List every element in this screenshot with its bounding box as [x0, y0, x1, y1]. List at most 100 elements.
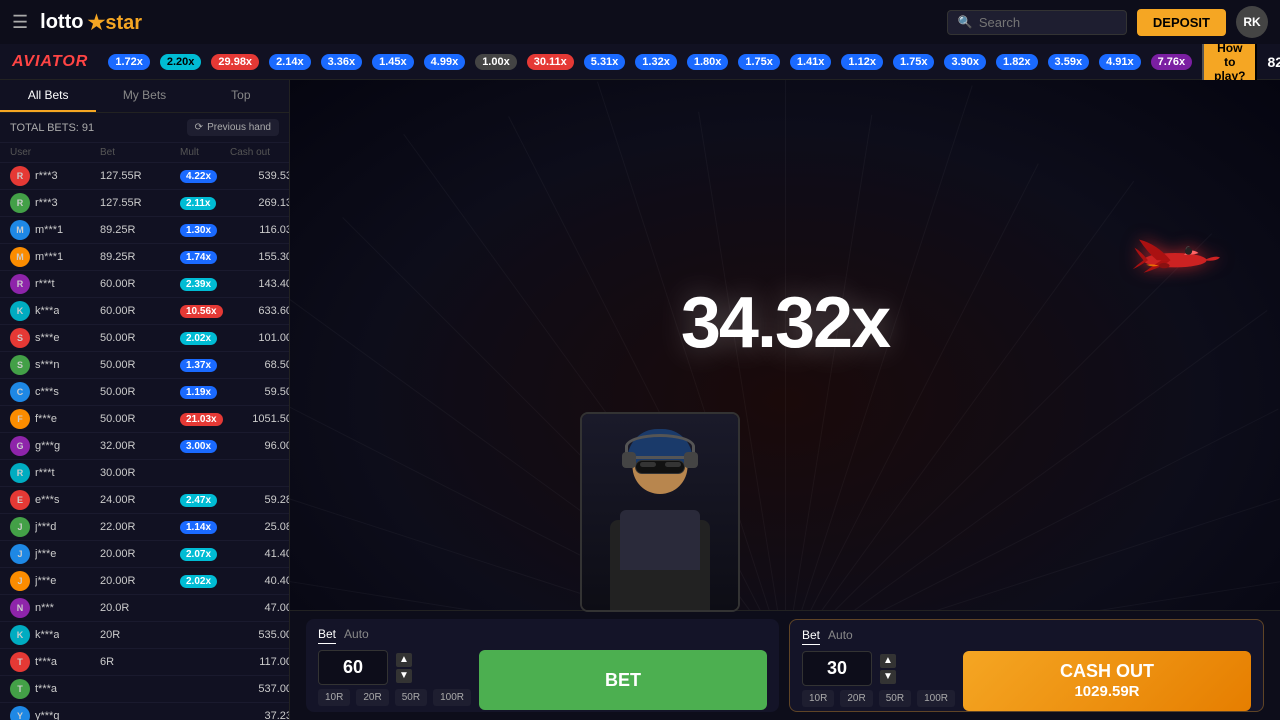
panel2-increment[interactable]: ▲ [880, 654, 896, 668]
user-cell: T t***a [10, 679, 100, 699]
panel1-bet-amount[interactable]: 60 [318, 650, 388, 685]
panel1-stepper: ▲ ▼ [396, 653, 412, 683]
panel1-bet-row: 60 ▲ ▼ 10R 20R 50R 100R [318, 650, 767, 710]
deposit-button[interactable]: DEPOSIT [1137, 9, 1226, 36]
panel2-tab-auto[interactable]: Auto [828, 628, 853, 645]
mult-value: 2.02x [180, 332, 217, 345]
mult-badge-3[interactable]: 2.14x [269, 54, 311, 70]
table-row: J j***e 20.00R 2.07x 41.40R [0, 541, 289, 568]
panel2-quick-50[interactable]: 50R [879, 690, 911, 707]
mult-badge-19[interactable]: 4.91x [1099, 54, 1141, 70]
hamburger-icon[interactable]: ☰ [12, 12, 28, 33]
mult-badge-5[interactable]: 1.45x [372, 54, 414, 70]
mult-badge-14[interactable]: 1.12x [841, 54, 883, 70]
mult-badge-7[interactable]: 1.00x [475, 54, 517, 70]
cashout-cell: 96.00R [230, 440, 289, 452]
mult-badge-0[interactable]: 1.72x [108, 54, 150, 70]
panel2-quick-10[interactable]: 10R [802, 690, 834, 707]
username: s***n [35, 359, 59, 371]
mult-badge-17[interactable]: 1.82x [996, 54, 1038, 70]
user-avatar-small: G [10, 436, 30, 456]
bets-header: TOTAL BETS: 91 ⟳ Previous hand [0, 113, 289, 143]
bet-amount-cell: 50.00R [100, 413, 180, 425]
bet-amount-cell: 24.00R [100, 494, 180, 506]
panel1-tab-auto[interactable]: Auto [344, 627, 369, 644]
panel2-bet-row: 30 ▲ ▼ 10R 20R 50R 100R [802, 651, 1251, 711]
mult-badge-6[interactable]: 4.99x [424, 54, 466, 70]
user-cell: R r***3 [10, 166, 100, 186]
table-row: R r***t 30.00R [0, 460, 289, 487]
table-row: F f***e 50.00R 21.03x 1051.50R [0, 406, 289, 433]
panel1-decrement[interactable]: ▼ [396, 669, 412, 683]
tab-my-bets[interactable]: My Bets [96, 80, 192, 112]
user-avatar-small: K [10, 301, 30, 321]
mult-badge-12[interactable]: 1.75x [738, 54, 780, 70]
cashout-button[interactable]: CASH OUT 1029.59R [963, 651, 1251, 711]
mult-badge-20[interactable]: 7.76x [1151, 54, 1193, 70]
username: n*** [35, 602, 54, 614]
panel1-quick-50[interactable]: 50R [395, 689, 427, 706]
mult-cell: 1.30x [180, 224, 230, 236]
mult-badge-18[interactable]: 3.59x [1048, 54, 1090, 70]
tab-top[interactable]: Top [193, 80, 289, 112]
panel2-quick-100[interactable]: 100R [917, 690, 955, 707]
airplane [1130, 235, 1220, 285]
mult-badge-9[interactable]: 5.31x [584, 54, 626, 70]
panel1-quick-10[interactable]: 10R [318, 689, 350, 706]
cashout-cell: 155.30R [230, 251, 289, 263]
user-avatar-small: T [10, 679, 30, 699]
logo: lotto ★star [40, 10, 142, 35]
user-avatar-small: J [10, 571, 30, 591]
mult-badge-8[interactable]: 30.11x [527, 54, 574, 70]
left-panel: All Bets My Bets Top TOTAL BETS: 91 ⟳ Pr… [0, 80, 290, 720]
mult-badge-13[interactable]: 1.41x [790, 54, 832, 70]
mult-badge-4[interactable]: 3.36x [321, 54, 363, 70]
panel1-quick-20[interactable]: 20R [356, 689, 388, 706]
panel2-quick-20[interactable]: 20R [840, 690, 872, 707]
mult-badge-11[interactable]: 1.80x [687, 54, 729, 70]
panel1-tab-bet[interactable]: Bet [318, 627, 336, 644]
mult-badge-2[interactable]: 29.98x [211, 54, 259, 70]
mult-value: 10.56x [180, 305, 223, 318]
user-avatar-small: R [10, 463, 30, 483]
prev-hand-button[interactable]: ⟳ Previous hand [187, 119, 279, 136]
mult-badge-10[interactable]: 1.32x [635, 54, 677, 70]
mult-cell: 3.00x [180, 440, 230, 452]
search-input[interactable] [979, 15, 1116, 30]
user-cell: N n*** [10, 598, 100, 618]
bet-button[interactable]: BET [479, 650, 767, 710]
mult-value: 21.03x [180, 413, 223, 426]
user-avatar[interactable]: RK [1236, 6, 1268, 38]
cashout-cell: 59.50R [230, 386, 289, 398]
username: r***3 [35, 197, 58, 209]
tab-all-bets[interactable]: All Bets [0, 80, 96, 112]
mult-badge-16[interactable]: 3.90x [944, 54, 986, 70]
username: m***1 [35, 251, 63, 263]
table-row: T t***a 6R 117.00R [0, 649, 289, 676]
mult-value: 1.14x [180, 521, 217, 534]
panel1-increment[interactable]: ▲ [396, 653, 412, 667]
user-avatar-small: M [10, 220, 30, 240]
cashout-cell: 269.13R [230, 197, 289, 209]
table-row: J j***d 22.00R 1.14x 25.08R [0, 514, 289, 541]
cashout-cell: 59.28R [230, 494, 289, 506]
panel2-tab-bet[interactable]: Bet [802, 628, 820, 645]
table-row: E e***s 24.00R 2.47x 59.28R [0, 487, 289, 514]
user-avatar-small: J [10, 544, 30, 564]
table-row: C c***s 50.00R 1.19x 59.50R [0, 379, 289, 406]
search-bar[interactable]: 🔍 [947, 10, 1127, 35]
game-header: Aviator 1.72x 2.20x 29.98x 2.14x 3.36x 1… [0, 44, 1280, 80]
mult-badge-1[interactable]: 2.20x [160, 54, 202, 70]
panel2-bet-amount[interactable]: 30 [802, 651, 872, 686]
cashout-cell: 47.00R [230, 602, 289, 614]
panel1-quick-100[interactable]: 100R [433, 689, 471, 706]
mult-cell: 2.02x [180, 575, 230, 587]
panel2-decrement[interactable]: ▼ [880, 670, 896, 684]
cashout-cell: 25.08R [230, 521, 289, 533]
username: j***d [35, 521, 56, 533]
user-avatar-small: C [10, 382, 30, 402]
mult-badge-15[interactable]: 1.75x [893, 54, 935, 70]
user-avatar-small: R [10, 274, 30, 294]
user-cell: S s***n [10, 355, 100, 375]
mult-value: 1.19x [180, 386, 217, 399]
